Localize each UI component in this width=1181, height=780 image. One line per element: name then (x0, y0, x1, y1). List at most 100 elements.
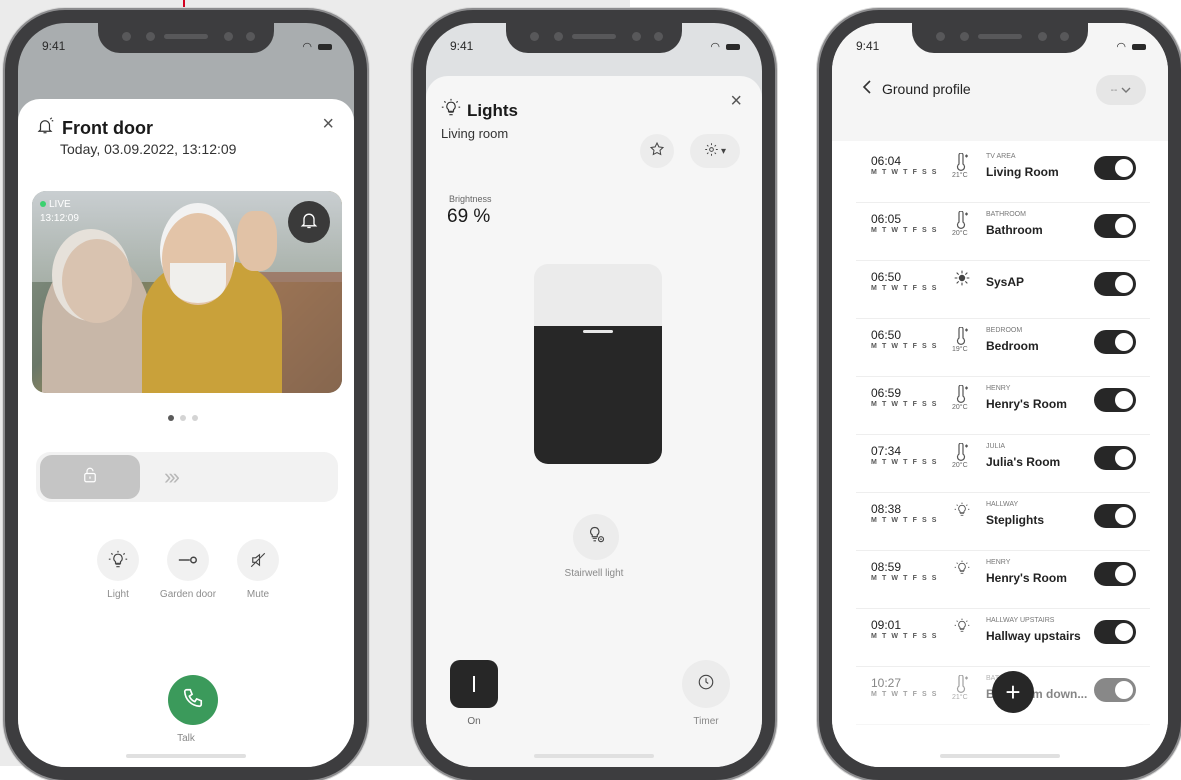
brightness-slider[interactable] (534, 264, 662, 464)
favorite-button[interactable] (640, 134, 674, 168)
lightbulb-icon (954, 617, 970, 635)
light-action[interactable]: Light (78, 539, 158, 600)
schedule-days: M T W T F S S (871, 517, 939, 524)
thermometer-icon (954, 327, 970, 345)
close-icon[interactable]: × (730, 90, 742, 113)
schedule-toggle[interactable] (1094, 330, 1136, 354)
back-button[interactable]: Ground profile (862, 79, 971, 98)
camera-feed[interactable]: LIVE 13:12:09 (32, 191, 342, 393)
wifi-icon: ◠ (302, 41, 312, 53)
battery-icon (726, 43, 740, 50)
bell-button[interactable] (288, 201, 330, 243)
schedule-toggle[interactable] (1094, 156, 1136, 180)
area-label: BEDROOM (986, 327, 1023, 334)
notch (912, 23, 1088, 53)
status-time: 9:41 (856, 39, 880, 53)
schedule-time: 06:50 (871, 328, 902, 342)
thermometer-icon (954, 385, 970, 403)
area-label: HALLWAY UPSTAIRS (986, 617, 1055, 624)
thermometer-icon (954, 443, 970, 461)
close-icon[interactable]: × (322, 113, 334, 136)
star-icon (649, 141, 665, 162)
schedule-row[interactable]: 06:59 M T W T F S S 20°C HENRY Henry's Room (856, 377, 1150, 435)
gear-icon (704, 142, 719, 160)
garden-door-action[interactable]: Garden door (148, 539, 228, 600)
wifi-icon: ◠ (710, 41, 720, 53)
area-label: JULIA (986, 443, 1006, 450)
schedule-toggle[interactable] (1094, 620, 1136, 644)
area-label: HALLWAY (986, 501, 1019, 508)
schedule-row[interactable]: 07:34 M T W T F S S 20°C JULIA Julia's Room (856, 435, 1150, 493)
status-time: 9:41 (450, 39, 474, 53)
battery-icon (318, 43, 332, 50)
mute-action[interactable]: Mute (218, 539, 298, 600)
timer-button[interactable] (682, 660, 730, 708)
garden-door-label: Garden door (159, 589, 217, 600)
schedule-row[interactable]: 06:05 M T W T F S S 20°C BATHROOM Bathroom (856, 203, 1150, 261)
phone-front-door: 9:41 ◠ Front door × Today, 03.09.2022, 1… (5, 10, 367, 780)
device-name: Henry's Room (986, 397, 1067, 411)
lights-title: Lights (467, 100, 518, 120)
on-button[interactable] (450, 660, 498, 708)
profile-title: Ground profile (882, 80, 971, 97)
schedule-toggle[interactable] (1094, 388, 1136, 412)
notch (98, 23, 274, 53)
lightbulb-icon (441, 98, 461, 123)
device-name: Hallway upstairs (986, 629, 1081, 643)
talk-label: Talk (177, 733, 195, 744)
schedule-toggle[interactable] (1094, 678, 1136, 702)
talk-button[interactable] (168, 675, 218, 725)
schedule-time: 06:04 (871, 154, 902, 168)
schedule-days: M T W T F S S (871, 343, 939, 350)
thermometer-icon (954, 153, 970, 171)
temperature-value: 20°C (952, 404, 968, 411)
schedule-toggle[interactable] (1094, 214, 1136, 238)
device-name: Steplights (986, 513, 1045, 527)
schedule-time: 06:50 (871, 270, 902, 284)
add-schedule-button[interactable]: + (992, 671, 1034, 713)
schedule-time: 06:59 (871, 386, 902, 400)
device-name: Living Room (986, 165, 1059, 179)
brightness-handle[interactable] (583, 330, 613, 333)
home-indicator (126, 754, 246, 758)
schedule-toggle[interactable] (1094, 446, 1136, 470)
schedule-row[interactable]: 09:01 M T W T F S S HALLWAY UPSTAIRS Hallwa… (856, 609, 1150, 667)
settings-dropdown[interactable]: ▾ (690, 134, 740, 168)
area-label: HENRY (986, 385, 1011, 392)
profile-dropdown[interactable]: -- (1096, 75, 1146, 105)
unlock-thumb[interactable] (40, 455, 140, 499)
battery-icon (1132, 43, 1146, 50)
dropdown-value: -- (1110, 84, 1118, 96)
toggle-knob (1115, 275, 1133, 293)
schedule-toggle[interactable] (1094, 504, 1136, 528)
schedule-time: 10:27 (871, 676, 902, 690)
schedule-time: 06:05 (871, 212, 902, 226)
toggle-knob (1115, 217, 1133, 235)
schedule-row[interactable]: 08:38 M T W T F S S HALLWAY Steplights (856, 493, 1150, 551)
toggle-knob (1115, 681, 1133, 699)
unlock-slider[interactable]: ››› (36, 452, 338, 502)
schedule-row[interactable]: 08:59 M T W T F S S HENRY Henry's Room (856, 551, 1150, 609)
lights-sheet: Lights × Living room ▾ Brightness 69 % S… (426, 76, 762, 767)
live-indicator: LIVE (40, 199, 71, 210)
device-name: Henry's Room (986, 571, 1067, 585)
lightbulb-icon (97, 539, 139, 581)
status-icons: ◠ (710, 40, 740, 53)
stairwell-light-button[interactable] (573, 514, 619, 560)
schedule-days: M T W T F S S (871, 633, 939, 640)
schedule-toggle[interactable] (1094, 272, 1136, 296)
schedule-row[interactable]: 06:50 M T W T F S S SysAP (856, 261, 1150, 319)
status-icons: ◠ (1116, 40, 1146, 53)
schedule-row[interactable]: 06:50 M T W T F S S 19°C BEDROOM Bedroom (856, 319, 1150, 377)
sheet-header: Front door (36, 117, 153, 140)
door-timestamp: Today, 03.09.2022, 13:12:09 (60, 141, 237, 157)
chevron-left-icon (862, 79, 872, 98)
bell-ring-icon (36, 117, 54, 140)
schedule-toggle[interactable] (1094, 562, 1136, 586)
door-key-icon (167, 539, 209, 581)
schedule-row[interactable]: 06:04 M T W T F S S 21°C TV AREA Living Room (856, 145, 1150, 203)
mute-icon (237, 539, 279, 581)
schedule-time: 07:34 (871, 444, 902, 458)
live-time: 13:12:09 (40, 213, 79, 224)
toggle-knob (1115, 391, 1133, 409)
